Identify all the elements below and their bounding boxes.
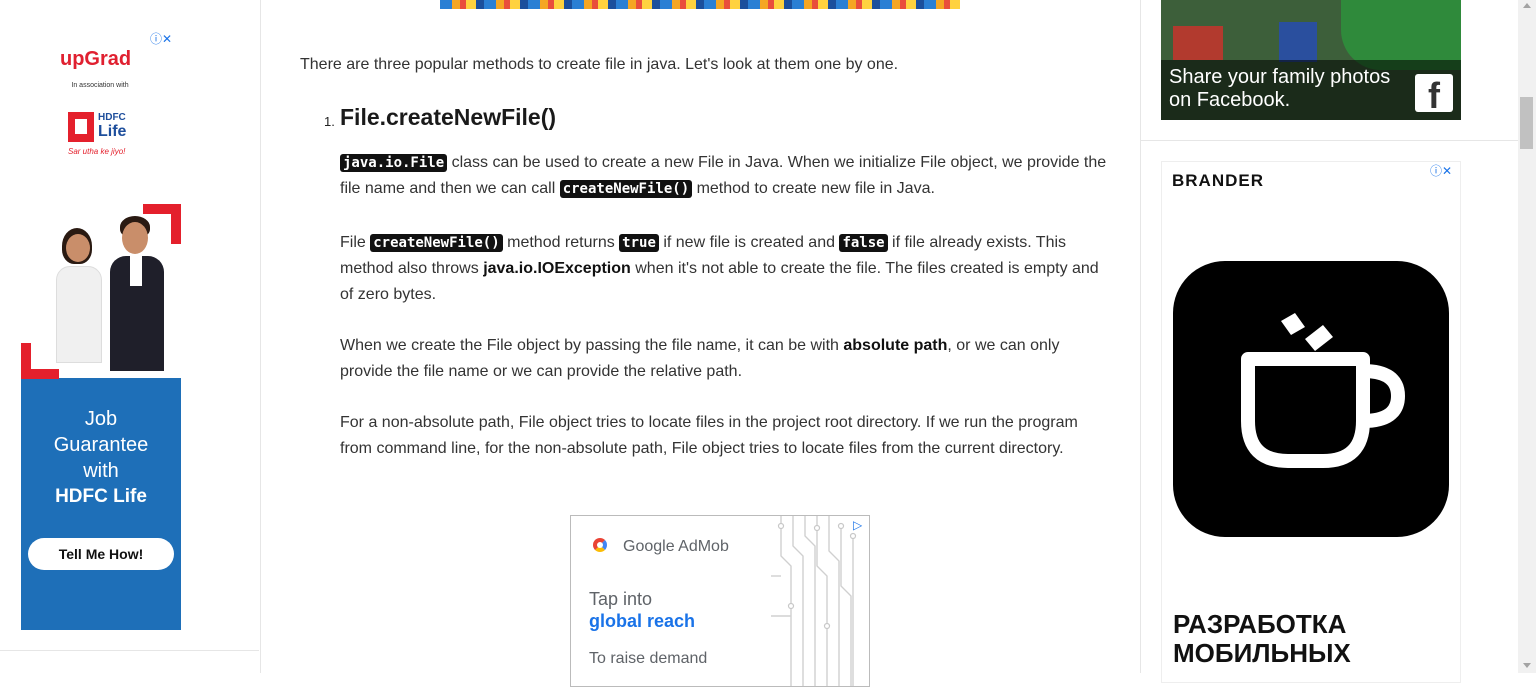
section-heading: File.createNewFile() <box>340 104 557 130</box>
fb-line-2: on Facebook. <box>1169 89 1291 111</box>
brander-headline: РАЗРАБОТКА МОБИЛЬНЫХ <box>1173 610 1351 668</box>
admob-ad[interactable]: ▷ Google AdMob Tap into global reach To … <box>570 515 870 687</box>
hdfc-job-guarantee-ad[interactable]: Job Guarantee with HDFC Life Tell Me How… <box>21 178 181 630</box>
circuit-graphic <box>771 516 857 686</box>
brander-line-2: МОБИЛЬНЫХ <box>1173 638 1351 668</box>
text: method to create new file in Java. <box>692 180 935 197</box>
inline-code: false <box>839 234 888 252</box>
text: method returns <box>502 234 620 251</box>
association-text: In association with <box>71 82 129 89</box>
woman-figure <box>56 228 106 368</box>
facebook-ad[interactable]: Share your family photos on Facebook. f <box>1161 0 1461 120</box>
ad-choices-icon[interactable]: ⓘ✕ <box>150 30 172 47</box>
hdfc-tagline: Sar utha ke jiyo! <box>68 147 126 156</box>
upgrad-logo: upGrad <box>60 48 132 70</box>
divider <box>1141 140 1521 141</box>
brander-ad[interactable]: BRANDER ⓘ✕ РАЗРАБОТКА МОБИЛЬНЫХ <box>1161 161 1461 683</box>
inline-code: createNewFile() <box>559 180 693 198</box>
facebook-logo-icon: f <box>1415 74 1453 116</box>
brander-line-1: РАЗРАБОТКА <box>1173 609 1347 639</box>
admob-line-1: Tap into <box>589 589 653 609</box>
brander-logo: BRANDER <box>1172 171 1264 190</box>
bold-text: java.io.IOException <box>483 260 631 277</box>
scroll-up-icon[interactable] <box>1523 3 1531 8</box>
toy-graphic <box>1173 26 1223 60</box>
admob-line-3: To raise demand <box>589 650 708 667</box>
ad-line-4: HDFC Life <box>55 486 147 507</box>
intro-paragraph: There are three popular methods to creat… <box>300 56 899 73</box>
admob-brand: Google AdMob <box>623 538 729 555</box>
paragraph-2: File createNewFile() method returns true… <box>340 230 1110 308</box>
fb-line-1: Share your family photos <box>1169 66 1391 88</box>
hdfc-logo-bottom: Life <box>98 123 127 140</box>
tell-me-how-button[interactable]: Tell Me How! <box>28 538 174 570</box>
ad-headline: Job Guarantee with HDFC Life <box>21 406 181 510</box>
list-number: 1. <box>324 114 335 129</box>
ad-line-1: Job <box>84 408 118 430</box>
ad-choices-icon[interactable]: ⓘ✕ <box>1430 162 1452 179</box>
ad-line-3: with <box>83 460 119 482</box>
upgrad-ad[interactable]: ⓘ✕ upGrad In association with HDFC Life … <box>50 30 180 160</box>
text: When we create the File object by passin… <box>340 337 844 354</box>
scroll-down-icon[interactable] <box>1523 663 1531 668</box>
scrollbar-thumb[interactable] <box>1520 97 1533 149</box>
top-banner-ad[interactable] <box>440 0 960 9</box>
bold-text: absolute path <box>843 337 948 354</box>
vertical-scrollbar[interactable] <box>1518 0 1536 673</box>
coffee-cup-icon <box>1173 261 1449 537</box>
admob-logo-icon <box>593 538 607 552</box>
text: if new file is created and <box>658 234 840 251</box>
hdfc-logo-top: HDFC <box>98 112 126 123</box>
admob-line-2: global reach <box>589 611 696 631</box>
divider <box>0 650 259 651</box>
paragraph-3: When we create the File object by passin… <box>340 333 1110 385</box>
paragraph-4: For a non-absolute path, File object tri… <box>340 414 1078 457</box>
inline-code: java.io.File <box>340 154 448 172</box>
text: File <box>340 234 371 251</box>
left-sidebar: ⓘ✕ upGrad In association with HDFC Life … <box>0 0 261 673</box>
hdfc-life-logo: HDFC Life <box>68 112 134 146</box>
inline-code: createNewFile() <box>370 234 503 252</box>
facebook-ad-text: Share your family photos on Facebook. <box>1169 66 1390 112</box>
inline-code: true <box>619 234 659 252</box>
ad-line-2: Guarantee <box>53 434 149 456</box>
ad-photo <box>21 178 181 379</box>
ad-choices-icon[interactable]: ▷ <box>853 518 862 532</box>
paragraph-1: java.io.File class can be used to create… <box>340 150 1110 202</box>
toy-train-graphic <box>1279 22 1317 62</box>
